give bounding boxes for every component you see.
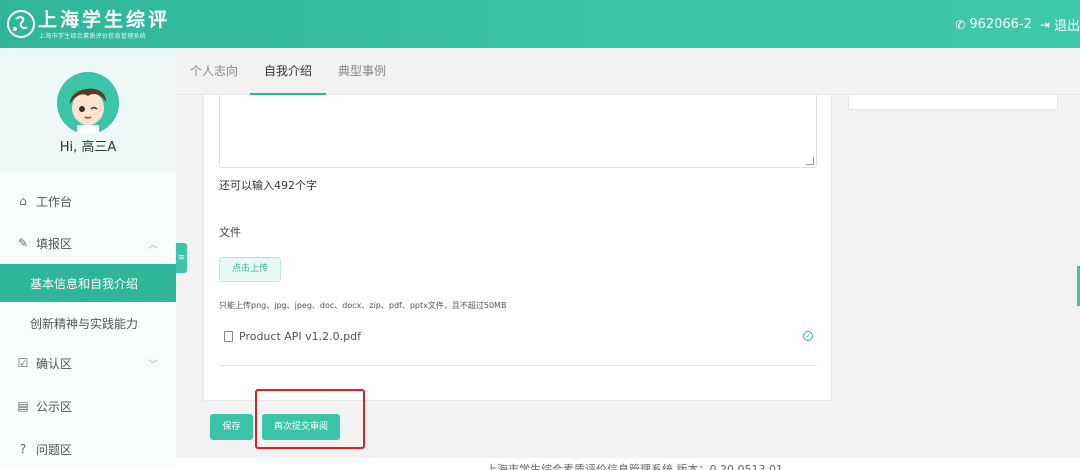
sidebar-item-innovation[interactable]: 创新精神与实践能力 <box>0 304 176 342</box>
highlight-annotation <box>255 389 365 449</box>
sidebar-item-basic-info[interactable]: 基本信息和自我介绍 <box>0 264 176 302</box>
user-greeting: Hi, 高三A <box>59 140 117 155</box>
logout-link[interactable]: 退出 <box>1054 15 1080 34</box>
question-icon: ? <box>19 442 27 456</box>
uploaded-file-item[interactable]: Product API v1.2.0.pdf ✓ <box>219 327 817 351</box>
support-phone: 962066-2 <box>969 17 1032 32</box>
save-button[interactable]: 保存 <box>210 414 253 440</box>
avatar-illustration <box>57 72 119 134</box>
header-actions: ✆ 962066-2 ⇥ 退出 <box>955 15 1080 34</box>
sidebar-item-public-area[interactable]: ▤ 公示区 <box>0 387 176 425</box>
footer-version: 上海市学生综合素质评价信息管理系统 版本：0.20.0513.01 <box>486 463 783 470</box>
chevron-down-icon: ﹀ <box>148 360 158 371</box>
file-section-label: 文件 <box>219 226 241 239</box>
app-logo-icon <box>7 10 35 38</box>
sidebar-item-label: 填报区 <box>36 236 73 251</box>
app-title: 上海学生综评 <box>38 9 171 31</box>
logout-icon[interactable]: ⇥ <box>1040 18 1050 32</box>
sidebar-collapse-handle[interactable]: ≡ <box>176 243 187 273</box>
sidebar-item-label: 创新精神与实践能力 <box>30 316 139 331</box>
upload-button[interactable]: 点击上传 <box>219 257 281 282</box>
home-icon: ⌂ <box>19 194 27 208</box>
app-header: 上海学生综评 上海市学生综合素质评价信息管理系统 ✆ 962066-2 ⇥ 退出 <box>0 0 1080 48</box>
sidebar: Hi, 高三A ⌂ 工作台 ✎ 填报区 ︿ 基本信息和自我介绍 创新精神与实践能… <box>0 48 176 470</box>
tab-typical-cases[interactable]: 典型事例 <box>338 48 386 95</box>
sidebar-item-question-area[interactable]: ? 问题区 <box>0 430 176 468</box>
sidebar-item-label: 基本信息和自我介绍 <box>30 276 139 291</box>
edit-icon: ✎ <box>17 236 29 250</box>
self-intro-form: 还可以输入492个字 文件 点击上传 只能上传png、jpg、jpeg、doc、… <box>203 95 832 401</box>
sidebar-item-label: 问题区 <box>36 442 73 457</box>
app-subtitle: 上海市学生综合素质评价信息管理系统 <box>39 33 147 40</box>
tab-self-introduction[interactable]: 自我介绍 <box>250 48 327 95</box>
board-icon: ▤ <box>17 399 29 413</box>
sidebar-item-fill-area[interactable]: ✎ 填报区 ︿ <box>0 224 176 262</box>
phone-icon: ✆ <box>955 17 966 32</box>
chevron-up-icon: ︿ <box>148 240 158 251</box>
sidebar-item-workbench[interactable]: ⌂ 工作台 <box>0 182 176 220</box>
check-square-icon: ☑ <box>17 356 29 370</box>
sidebar-item-label: 确认区 <box>36 356 73 371</box>
tab-bar: 个人志向 自我介绍 典型事例 <box>176 48 1080 95</box>
resize-handle-icon[interactable] <box>806 157 814 165</box>
sidebar-item-label: 工作台 <box>36 194 73 209</box>
check-circle-icon: ✓ <box>803 331 813 341</box>
sidebar-item-confirm-area[interactable]: ☑ 确认区 ﹀ <box>0 344 176 382</box>
avatar[interactable] <box>57 72 119 134</box>
tab-personal-aspiration[interactable]: 个人志向 <box>190 48 238 95</box>
self-intro-textarea[interactable] <box>219 95 817 168</box>
side-panel <box>848 95 1058 110</box>
document-icon <box>224 331 233 342</box>
sidebar-item-label: 公示区 <box>36 399 73 414</box>
file-name[interactable]: Product API v1.2.0.pdf <box>239 330 361 343</box>
footer: 上海市学生综合素质评价信息管理系统 版本：0.20.0513.01 <box>176 458 1080 470</box>
profile-panel: Hi, 高三A <box>0 48 176 173</box>
char-counter: 还可以输入492个字 <box>219 179 317 192</box>
upload-hint: 只能上传png、jpg、jpeg、doc、docx、zip、pdf、pptx文件… <box>219 301 507 310</box>
divider <box>219 365 817 366</box>
